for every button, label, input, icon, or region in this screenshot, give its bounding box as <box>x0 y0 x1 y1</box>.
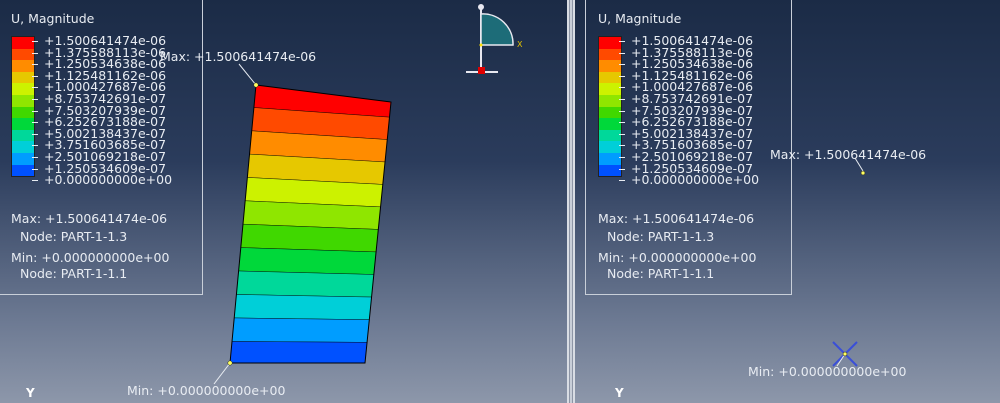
legend-swatch <box>599 48 621 61</box>
viewport-left[interactable]: X U, Magnitude +1.500641474e-06 +1.375588… <box>0 0 567 403</box>
max-marker <box>860 170 866 176</box>
legend-panel-left: U, Magnitude +1.500641474e-06 +1.37558811… <box>0 0 203 295</box>
max-leader-line <box>238 63 257 86</box>
legend-swatch <box>12 164 34 177</box>
min-marker <box>227 360 233 366</box>
legend-swatch <box>12 106 34 119</box>
contour-band <box>230 341 391 363</box>
legend-swatch <box>12 152 34 165</box>
legend-swatch <box>599 106 621 119</box>
legend-max-line: Max: +1.500641474e-06 <box>11 211 168 226</box>
max-marker <box>253 82 259 88</box>
contour-band <box>230 269 391 299</box>
legend-swatch <box>12 118 34 130</box>
legend-swatch <box>599 141 621 153</box>
viewport-splitter[interactable] <box>567 0 575 403</box>
legend-swatch <box>12 129 34 142</box>
max-label: Max: +1.500641474e-06 <box>770 147 927 162</box>
y-axis-label: Y <box>615 386 624 400</box>
min-label: Min: +0.000000000e+00 <box>748 364 907 379</box>
legend-max-node: Node: PART-1-1.3 <box>607 229 715 244</box>
legend-swatch <box>12 94 34 107</box>
legend-swatch <box>12 141 34 153</box>
contour-band <box>230 198 391 232</box>
legend-max-node: Node: PART-1-1.3 <box>20 229 128 244</box>
legend-min-line: Min: +0.000000000e+00 <box>598 250 757 265</box>
legend-swatch <box>599 71 621 84</box>
legend-value: +0.000000000e+00 <box>619 173 819 186</box>
contour-plot <box>230 85 391 363</box>
legend-title: U, Magnitude <box>11 11 95 26</box>
boundary-condition-icon <box>466 4 514 74</box>
max-label: Max: +1.500641474e-06 <box>160 49 317 64</box>
legend-swatch <box>599 83 621 95</box>
legend-swatch <box>12 71 34 84</box>
legend-title: U, Magnitude <box>598 11 682 26</box>
legend-swatch <box>12 83 34 95</box>
min-label: Min: +0.000000000e+00 <box>127 383 286 398</box>
contour-band <box>230 222 391 254</box>
min-leader-line <box>213 362 231 385</box>
legend-swatch <box>599 118 621 130</box>
legend-min-node: Node: PART-1-1.1 <box>20 266 128 281</box>
legend-swatch <box>12 60 34 72</box>
contour-band <box>230 293 391 321</box>
legend-swatch <box>12 37 34 49</box>
legend-min-line: Min: +0.000000000e+00 <box>11 250 170 265</box>
triad-x-label: X <box>517 40 523 49</box>
min-marker <box>842 351 848 357</box>
viewport-right[interactable]: U, Magnitude +1.500641474e-06 +1.37558811… <box>575 0 1000 403</box>
legend-value: +0.000000000e+00 <box>32 173 232 186</box>
legend-swatch <box>599 37 621 49</box>
legend-swatch <box>599 129 621 142</box>
legend-swatch <box>599 94 621 107</box>
y-axis-label: Y <box>26 386 35 400</box>
legend-swatch <box>599 152 621 165</box>
legend-swatch <box>599 60 621 72</box>
legend-max-line: Max: +1.500641474e-06 <box>598 211 755 226</box>
legend-panel-right: U, Magnitude +1.500641474e-06 +1.37558811… <box>585 0 792 295</box>
legend-min-node: Node: PART-1-1.1 <box>607 266 715 281</box>
legend-swatch <box>12 48 34 61</box>
legend-swatch <box>599 164 621 177</box>
contour-band <box>230 246 391 276</box>
